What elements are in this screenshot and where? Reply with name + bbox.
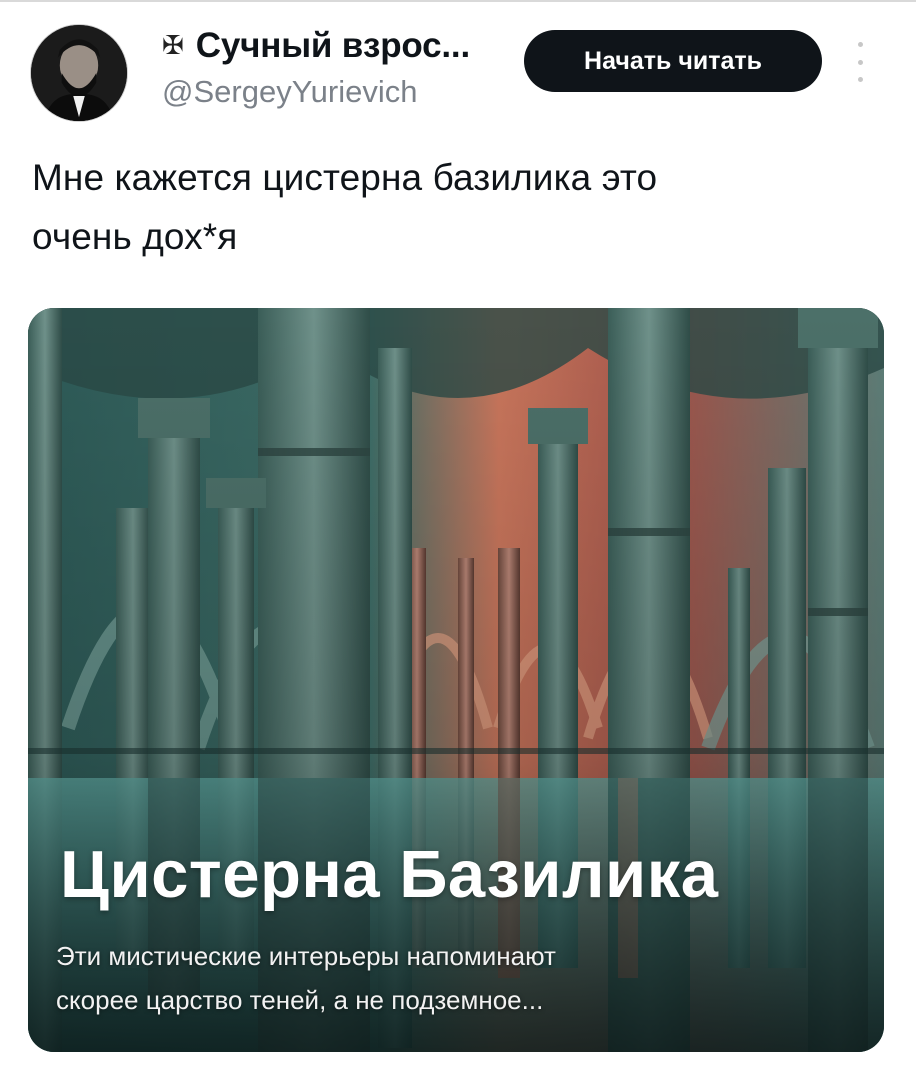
author-name-row[interactable]: ✠ Сучный взрос... <box>162 26 470 66</box>
media-subtitle-line: Эти мистические интерьеры напоминают <box>56 941 556 971</box>
media-title: Цистерна Базилика <box>60 837 719 912</box>
tweet-header: ✠ Сучный взрос... @SergeyYurievich Начат… <box>0 0 916 130</box>
author-handle[interactable]: @SergeyYurievich <box>162 74 417 110</box>
vertical-ellipsis-icon[interactable] <box>848 42 872 82</box>
author-display-name[interactable]: Сучный взрос... <box>196 26 470 66</box>
tweet-text-line: Мне кажется цистерна базилика это <box>32 157 658 198</box>
follow-button[interactable]: Начать читать <box>524 30 822 92</box>
tweet-text: Мне кажется цистерна базилика это очень … <box>32 148 892 266</box>
author-avatar[interactable] <box>30 24 128 122</box>
media-subtitle: Эти мистические интерьеры напоминают ско… <box>56 934 836 1022</box>
media-subtitle-line: скорее царство теней, а не подземное... <box>56 985 544 1015</box>
media-card[interactable]: Цистерна Базилика Эти мистические интерь… <box>28 308 884 1052</box>
tweet-text-line: очень дох*я <box>32 216 238 257</box>
cross-icon: ✠ <box>162 31 184 61</box>
portrait-avatar-icon <box>31 25 127 121</box>
